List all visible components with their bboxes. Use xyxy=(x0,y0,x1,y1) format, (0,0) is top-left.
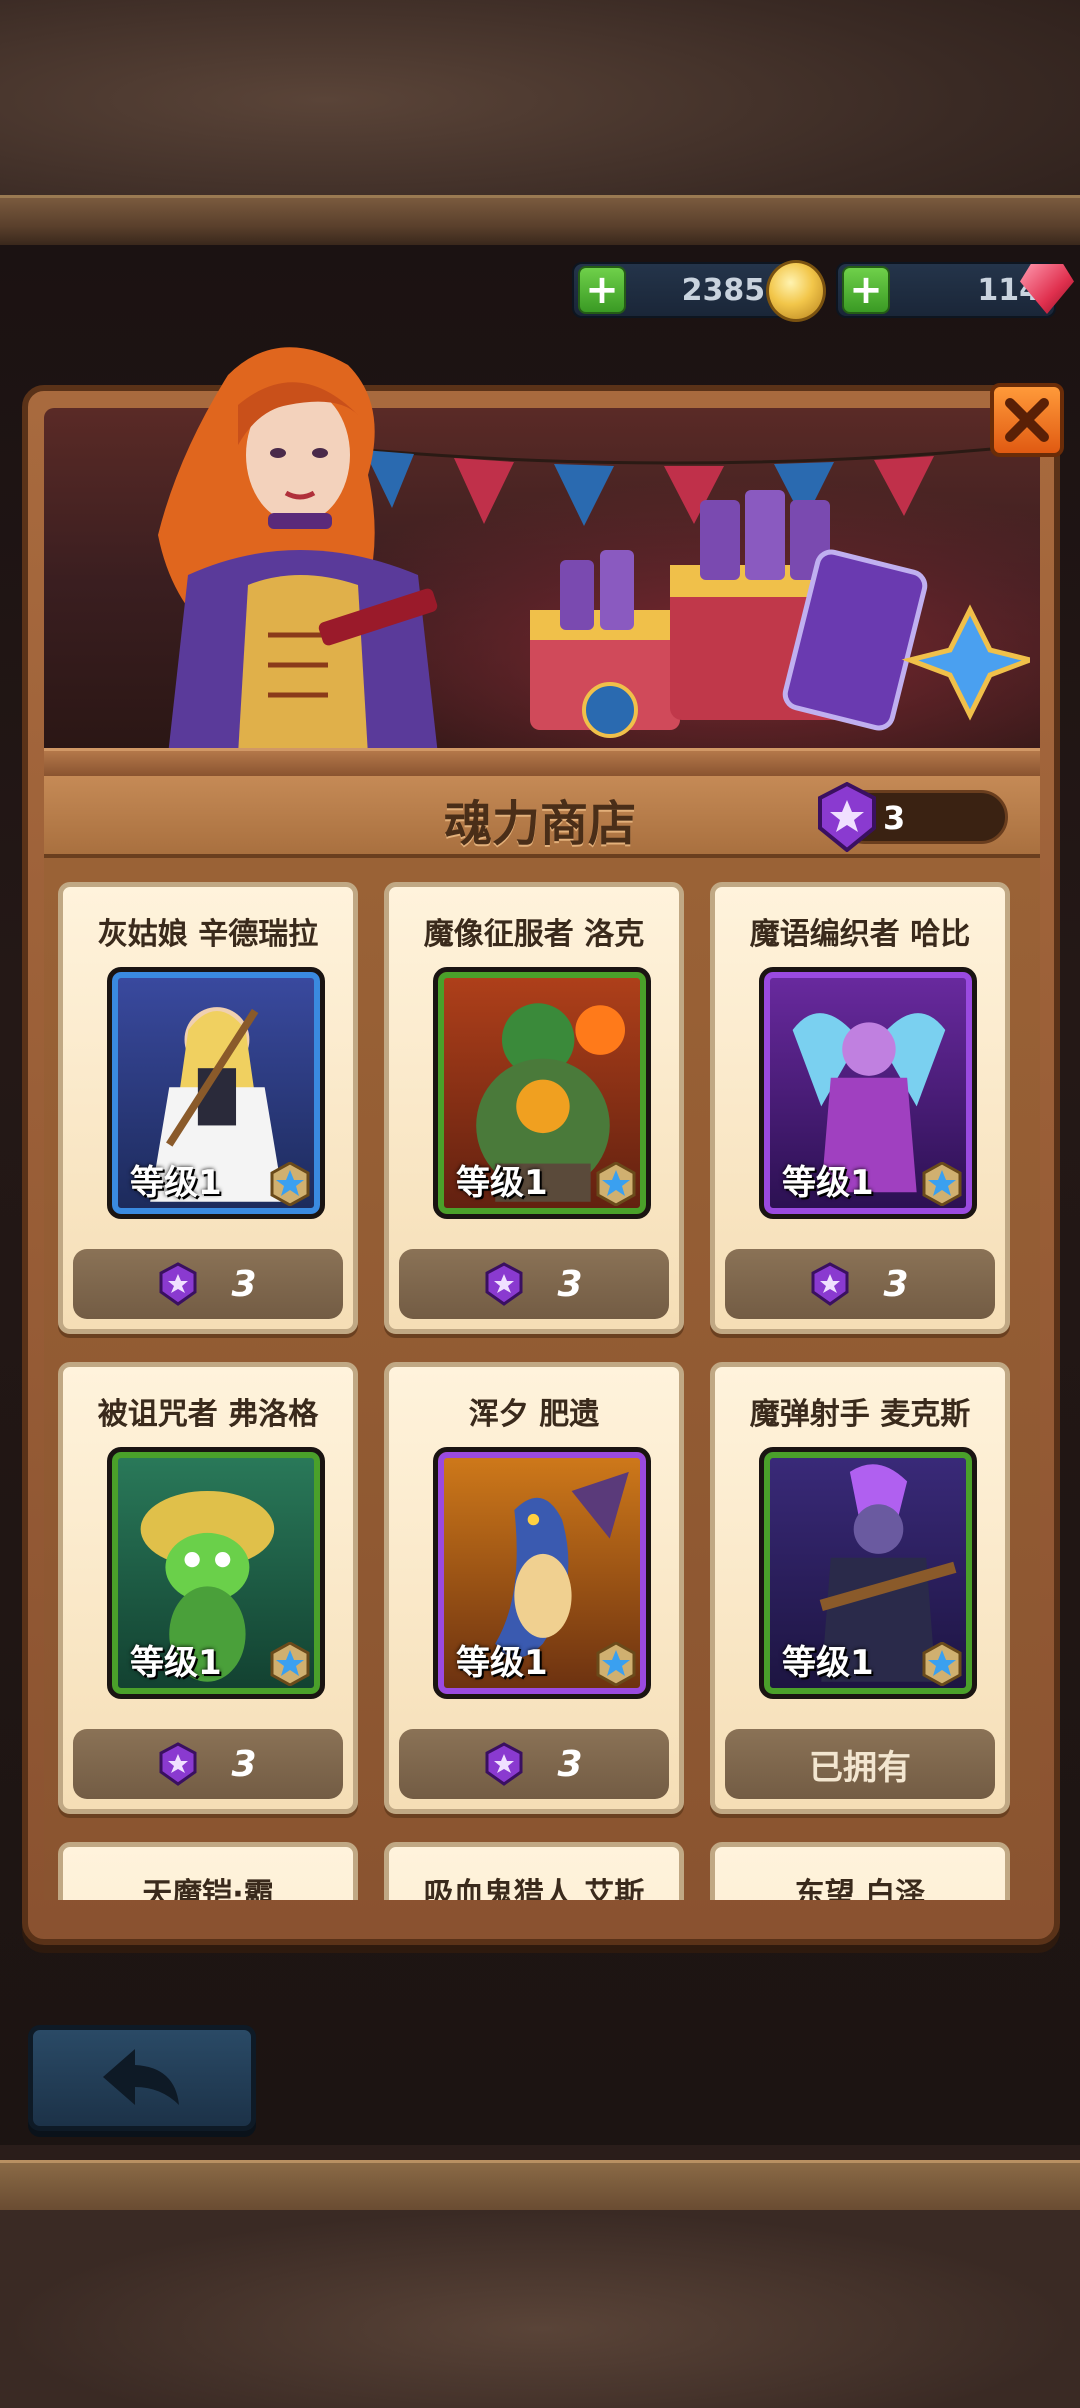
hero-card-grid: 灰姑娘 辛德瑞拉 等级1 3 魔像征服者 洛克 等级1 3 魔语编织者 哈比 等… xyxy=(44,858,1040,1900)
hero-portrait: 等级1 xyxy=(433,1447,651,1699)
hero-card[interactable]: 灰姑娘 辛德瑞拉 等级1 3 xyxy=(58,882,358,1334)
treasure-chests-illustration xyxy=(530,490,1030,738)
hero-name: 魔语编织者 哈比 xyxy=(749,917,971,952)
buy-price-button[interactable]: 3 xyxy=(399,1249,669,1319)
bottom-trim xyxy=(0,2160,1080,2210)
hero-name: 魔像征服者 洛克 xyxy=(423,917,645,952)
hero-card[interactable]: 吸血鬼猎人 艾斯 xyxy=(384,1842,684,1900)
bottom-background xyxy=(0,2210,1080,2408)
hero-portrait: 等级1 xyxy=(759,967,977,1219)
top-trim xyxy=(0,195,1080,245)
hero-level: 等级1 xyxy=(782,1643,874,1683)
back-arrow-icon xyxy=(103,2049,179,2105)
star-badge-icon xyxy=(922,1162,962,1206)
price-value: 3 xyxy=(231,1743,257,1785)
add-gems-button[interactable]: + xyxy=(842,266,890,314)
hero-portrait: 等级1 xyxy=(433,967,651,1219)
back-button[interactable] xyxy=(28,2025,256,2131)
owned-status: 已拥有 xyxy=(725,1729,995,1799)
hero-portrait: 等级1 xyxy=(107,967,325,1219)
hero-level: 等级1 xyxy=(130,1643,222,1683)
gold-coin-icon xyxy=(766,260,826,322)
hero-name: 灰姑娘 辛德瑞拉 xyxy=(97,917,319,952)
shop-title: 魂力商店 xyxy=(443,796,636,852)
star-badge-icon xyxy=(270,1162,310,1206)
gold-currency-bar: + 23850 xyxy=(572,260,826,322)
hero-name: 吸血鬼猎人 艾斯 xyxy=(423,1877,645,1900)
hero-card[interactable]: 东望 白泽 xyxy=(710,1842,1010,1900)
merchant-heroine-illustration xyxy=(158,347,438,755)
hero-card[interactable]: 魔弹射手 麦克斯 等级1 已拥有 xyxy=(710,1362,1010,1814)
hero-level: 等级1 xyxy=(456,1643,548,1683)
hero-card[interactable]: 天魔铠·霸 xyxy=(58,1842,358,1900)
star-badge-icon xyxy=(596,1162,636,1206)
hero-card[interactable]: 魔像征服者 洛克 等级1 3 xyxy=(384,882,684,1334)
hero-card[interactable]: 浑夕 肥遗 等级1 3 xyxy=(384,1362,684,1814)
hero-level: 等级1 xyxy=(456,1163,548,1203)
hero-card[interactable]: 被诅咒者 弗洛格 等级1 3 xyxy=(58,1362,358,1814)
close-icon xyxy=(1005,398,1049,442)
soul-gem-icon xyxy=(811,1262,849,1306)
hero-level: 等级1 xyxy=(782,1163,874,1203)
owned-label: 已拥有 xyxy=(809,1747,911,1788)
buy-price-button[interactable]: 3 xyxy=(73,1729,343,1799)
hero-level: 等级1 xyxy=(130,1163,222,1203)
price-value: 3 xyxy=(557,1743,583,1785)
hero-card[interactable]: 魔语编织者 哈比 等级1 3 xyxy=(710,882,1010,1334)
hero-name: 天魔铠·霸 xyxy=(142,1877,274,1900)
price-value: 3 xyxy=(231,1263,257,1305)
hero-name: 浑夕 肥遗 xyxy=(468,1397,600,1432)
purple-soul-gem-icon xyxy=(818,782,876,852)
soul-gem-icon xyxy=(159,1742,197,1786)
price-value: 3 xyxy=(883,1263,909,1305)
gem-currency-bar: + 114 xyxy=(836,262,1074,318)
star-badge-icon xyxy=(270,1642,310,1686)
soul-count: 3 xyxy=(883,799,906,837)
star-badge-icon xyxy=(596,1642,636,1686)
buy-price-button[interactable]: 3 xyxy=(399,1729,669,1799)
hero-name: 魔弹射手 麦克斯 xyxy=(749,1397,971,1432)
hero-portrait: 等级1 xyxy=(107,1447,325,1699)
close-button[interactable] xyxy=(990,383,1064,457)
add-gold-button[interactable]: + xyxy=(578,266,626,314)
buy-price-button[interactable]: 3 xyxy=(725,1249,995,1319)
hero-portrait: 等级1 xyxy=(759,1447,977,1699)
hero-name: 东望 白泽 xyxy=(794,1877,926,1900)
soul-gem-icon xyxy=(485,1262,523,1306)
price-value: 3 xyxy=(557,1263,583,1305)
hero-name: 被诅咒者 弗洛格 xyxy=(97,1397,319,1432)
soul-gem-icon xyxy=(159,1262,197,1306)
star-badge-icon xyxy=(922,1642,962,1686)
soul-gem-icon xyxy=(485,1742,523,1786)
buy-price-button[interactable]: 3 xyxy=(73,1249,343,1319)
banner-divider xyxy=(44,748,1040,776)
